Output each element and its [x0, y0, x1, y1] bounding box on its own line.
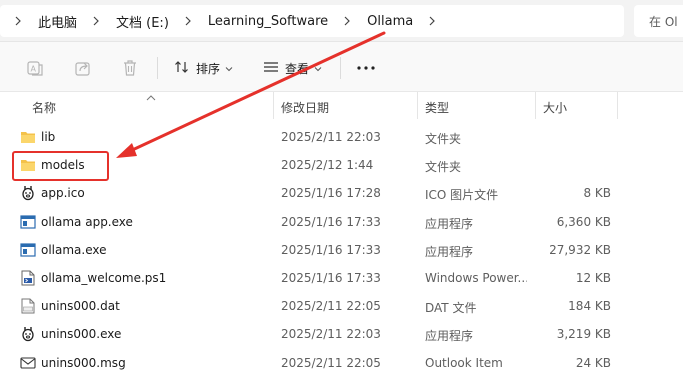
toolbar-divider	[157, 57, 158, 79]
column-header-name[interactable]: 名称	[32, 99, 56, 116]
file-type: Windows Power...	[425, 270, 527, 285]
file-type: DAT 文件	[425, 301, 477, 316]
copy-icon[interactable]: A	[26, 59, 44, 77]
dat-file-icon	[20, 298, 36, 314]
chevron-right-icon[interactable]	[88, 13, 104, 29]
file-type: ICO 图片文件	[425, 188, 499, 203]
column-divider[interactable]	[273, 92, 274, 119]
file-modified: 2025/1/16 17:28	[281, 186, 381, 201]
chevron-right-icon[interactable]	[424, 13, 440, 29]
file-name: ollama app.exe	[41, 214, 133, 229]
delete-icon[interactable]	[121, 59, 139, 77]
file-row[interactable]: app.ico 2025/1/16 17:28 ICO 图片文件 8 KB	[0, 179, 683, 207]
llama-icon	[20, 185, 36, 201]
view-icon	[263, 59, 279, 78]
file-size: 3,219 KB	[556, 327, 611, 342]
file-name: ollama.exe	[41, 242, 107, 257]
file-modified: 2025/2/12 1:44	[281, 158, 374, 173]
file-row[interactable]: unins000.dat 2025/2/11 22:05 DAT 文件 184 …	[0, 292, 683, 320]
powershell-file-icon	[20, 270, 36, 286]
view-button[interactable]: 查看	[263, 56, 322, 80]
chevron-right-icon[interactable]	[10, 13, 26, 29]
file-modified: 2025/2/11 22:03	[281, 327, 381, 342]
address-bar: 此电脑 文档 (E:) Learning_Software Ollama 在 O…	[0, 0, 683, 42]
column-header-type[interactable]: 类型	[425, 99, 449, 116]
file-size: 12 KB	[575, 270, 611, 285]
column-divider[interactable]	[617, 92, 618, 119]
file-name: app.ico	[41, 186, 85, 201]
file-row[interactable]: unins000.msg 2025/2/11 22:05 Outlook Ite…	[0, 349, 683, 377]
sort-label: 排序	[196, 61, 221, 76]
more-icon[interactable]	[356, 56, 376, 80]
breadcrumb-drive[interactable]: 文档 (E:)	[104, 12, 180, 31]
highlight-box	[12, 151, 109, 181]
view-label: 查看	[285, 61, 310, 76]
column-divider[interactable]	[417, 92, 418, 119]
file-row[interactable]: unins000.exe 2025/2/11 22:03 应用程序 3,219 …	[0, 320, 683, 348]
sort-button[interactable]: 排序	[174, 56, 233, 80]
column-header-row: 名称 修改日期 类型 大小	[0, 92, 683, 119]
search-input[interactable]: 在 Ol	[634, 5, 683, 37]
mail-icon	[20, 355, 36, 371]
file-name: lib	[41, 130, 56, 144]
file-row[interactable]: lib 2025/2/11 22:03 文件夹	[0, 123, 683, 151]
file-size: 27,932 KB	[549, 242, 611, 257]
file-row[interactable]: ollama_welcome.ps1 2025/1/16 17:33 Windo…	[0, 264, 683, 292]
file-name: unins000.dat	[41, 299, 120, 314]
file-type: 应用程序	[425, 216, 474, 231]
file-row[interactable]: ollama.exe 2025/1/16 17:33 应用程序 27,932 K…	[0, 236, 683, 264]
breadcrumb[interactable]: 此电脑 文档 (E:) Learning_Software Ollama	[0, 5, 624, 37]
sort-icon	[174, 59, 190, 78]
toolbar-divider	[340, 57, 341, 79]
file-size: 184 KB	[568, 299, 611, 314]
app-window-icon	[20, 214, 36, 230]
file-size: 24 KB	[575, 355, 611, 370]
command-bar: A 排序 查看	[0, 42, 683, 92]
file-name: ollama_welcome.ps1	[41, 270, 167, 285]
column-header-size[interactable]: 大小	[543, 99, 567, 116]
file-modified: 2025/1/16 17:33	[281, 214, 381, 229]
column-divider[interactable]	[535, 92, 536, 119]
chevron-down-icon	[314, 61, 322, 75]
svg-text:A: A	[31, 65, 37, 74]
file-size: 8 KB	[583, 186, 611, 201]
file-type: Outlook Item	[425, 355, 503, 370]
file-modified: 2025/1/16 17:33	[281, 270, 381, 285]
chevron-down-icon	[225, 61, 233, 75]
file-type: 文件夹	[425, 160, 462, 175]
breadcrumb-learning-software[interactable]: Learning_Software	[196, 14, 339, 29]
file-size: 6,360 KB	[556, 214, 611, 229]
file-type: 应用程序	[425, 329, 474, 344]
file-modified: 2025/2/11 22:03	[281, 130, 381, 144]
llama-icon	[20, 326, 36, 342]
file-type: 应用程序	[425, 244, 474, 259]
chevron-right-icon[interactable]	[339, 13, 355, 29]
file-name: unins000.msg	[41, 355, 126, 370]
column-header-modified[interactable]: 修改日期	[281, 99, 329, 116]
file-row[interactable]: ollama app.exe 2025/1/16 17:33 应用程序 6,36…	[0, 208, 683, 236]
file-type: 文件夹	[425, 132, 462, 146]
file-name: unins000.exe	[41, 327, 122, 342]
file-modified: 2025/2/11 22:05	[281, 299, 381, 314]
breadcrumb-ollama[interactable]: Ollama	[355, 14, 424, 29]
file-modified: 2025/1/16 17:33	[281, 242, 381, 257]
folder-icon	[20, 129, 36, 145]
file-modified: 2025/2/11 22:05	[281, 355, 381, 370]
breadcrumb-this-pc[interactable]: 此电脑	[26, 12, 88, 31]
app-window-icon	[20, 242, 36, 258]
share-icon[interactable]	[74, 59, 92, 77]
chevron-right-icon[interactable]	[180, 13, 196, 29]
